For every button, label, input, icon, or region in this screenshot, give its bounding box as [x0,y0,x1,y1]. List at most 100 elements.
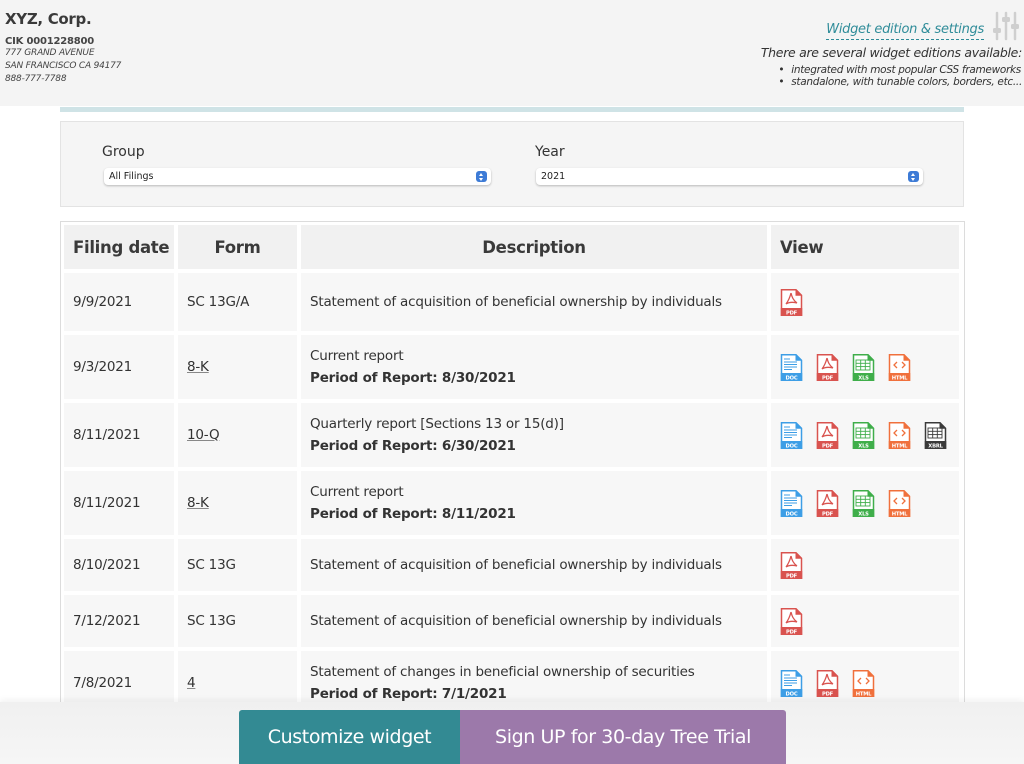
view-icons: PDF [780,551,959,579]
description-text: Statement of changes in beneficial owner… [310,664,695,680]
svg-text:XLS: XLS [858,375,869,381]
svg-text:PDF: PDF [822,691,834,697]
settings-edition-item: integrated with most popular CSS framewo… [778,64,1022,76]
filings-table: Filing date Form Description View 9/9/20… [60,221,965,711]
signup-trial-button[interactable]: Sign UP for 30-day Tree Trial [460,710,786,764]
svg-text:PDF: PDF [786,310,798,316]
doc-file-icon[interactable]: DOC [780,353,803,381]
company-info: XYZ, Corp. CIK 0001228800 777 GRAND AVEN… [5,10,121,86]
svg-text:PDF: PDF [786,629,798,635]
filters-panel: Group All Filings Year 2021 [60,121,964,207]
svg-text:DOC: DOC [786,691,798,697]
pdf-file-icon[interactable]: PDF [780,288,803,316]
settings-intro-text: There are several widget editions availa… [760,45,1022,60]
svg-text:DOC: DOC [786,375,798,381]
period-of-report: Period of Report: 6/30/2021 [310,438,516,454]
table-header-row: Filing date Form Description View [64,225,959,269]
filing-date-cell: 8/11/2021 [64,471,174,535]
svg-text:HTML: HTML [856,691,872,697]
customize-widget-button[interactable]: Customize widget [239,710,460,764]
svg-text:PDF: PDF [786,573,798,579]
company-address-line1: 777 GRAND AVENUE [5,48,95,58]
form-link[interactable]: 8-K [187,359,209,375]
company-address-line2: SAN FRANCISCO CA 94177 [5,61,122,71]
pdf-file-icon[interactable]: PDF [816,489,839,517]
description-text: Statement of acquisition of beneficial o… [310,294,722,310]
description-cell: Statement of acquisition of beneficial o… [301,595,767,647]
view-icons: DOC PDF XLS HTML [780,489,959,517]
filing-date-cell: 9/9/2021 [64,273,174,331]
form-cell: SC 13G/A [178,273,297,331]
filing-date-cell: 9/3/2021 [64,335,174,399]
form-cell: SC 13G [178,595,297,647]
table-row: 9/3/2021 8-K Current report Period of Repor… [64,335,959,399]
header: XYZ, Corp. CIK 0001228800 777 GRAND AVEN… [0,0,1024,106]
year-label: Year [535,144,565,160]
view-icons: DOC PDF XLS HTML [780,353,959,381]
xls-file-icon[interactable]: XLS [852,421,875,449]
form-link[interactable]: 10-Q [187,427,220,443]
table-row: 9/9/2021 SC 13G/A Statement of acquisition… [64,273,959,331]
pdf-file-icon[interactable]: PDF [816,353,839,381]
form-text: SC 13G [187,613,236,629]
svg-text:XLS: XLS [858,443,869,449]
svg-text:DOC: DOC [786,443,798,449]
html-file-icon[interactable]: HTML [888,421,911,449]
pdf-file-icon[interactable]: PDF [816,421,839,449]
pdf-file-icon[interactable]: PDF [780,551,803,579]
view-cell: DOC PDF XLS HTML [771,335,959,399]
settings-edition-list: integrated with most popular CSS framewo… [778,64,1022,88]
group-select[interactable]: All Filings [104,168,491,185]
bottom-cta-bar: Customize widget Sign UP for 30-day Tree… [0,702,1024,764]
accent-divider [60,107,964,112]
doc-file-icon[interactable]: DOC [780,421,803,449]
description-text: Statement of acquisition of beneficial o… [310,557,722,573]
form-link[interactable]: 8-K [187,495,209,511]
widget-settings-link[interactable]: Widget edition & settings [826,22,984,40]
svg-text:PDF: PDF [822,443,834,449]
settings-edition-item: standalone, with tunable colors, borders… [778,76,1022,88]
table-row: 8/11/2021 8-K Current report Period of Repo… [64,471,959,535]
pdf-file-icon[interactable]: PDF [816,669,839,697]
doc-file-icon[interactable]: DOC [780,669,803,697]
svg-text:PDF: PDF [822,511,834,517]
pdf-file-icon[interactable]: PDF [780,607,803,635]
select-arrows-icon [908,171,919,182]
widget-settings-panel: Widget edition & settings There are seve… [724,8,1024,103]
svg-text:HTML: HTML [892,375,908,381]
header-view: View [771,225,959,269]
view-cell: DOC PDF XLS HTML [771,471,959,535]
view-icons: PDF [780,607,959,635]
description-cell: Current report Period of Report: 8/30/202… [301,335,767,399]
form-link[interactable]: 4 [187,675,196,691]
view-cell: PDF [771,595,959,647]
description-cell: Statement of acquisition of beneficial o… [301,273,767,331]
xls-file-icon[interactable]: XLS [852,353,875,381]
header-description: Description [301,225,767,269]
svg-text:XBRL: XBRL [928,443,943,449]
description-cell: Statement of acquisition of beneficial o… [301,539,767,591]
form-cell: 8-K [178,335,297,399]
table-row: 8/11/2021 10-Q Quarterly report [Sections … [64,403,959,467]
year-select[interactable]: 2021 [536,168,923,185]
form-text: SC 13G [187,557,236,573]
form-text: SC 13G/A [187,294,250,310]
header-form: Form [178,225,297,269]
html-file-icon[interactable]: HTML [888,489,911,517]
table-row: 7/12/2021 SC 13G Statement of acquisition … [64,595,959,647]
header-filing-date: Filing date [64,225,174,269]
xls-file-icon[interactable]: XLS [852,489,875,517]
svg-text:DOC: DOC [786,511,798,517]
html-file-icon[interactable]: HTML [888,353,911,381]
html-file-icon[interactable]: HTML [852,669,875,697]
company-cik: CIK 0001228800 [5,36,95,47]
sliders-icon[interactable] [992,10,1020,42]
description-text: Current report [310,348,404,364]
view-cell: PDF [771,539,959,591]
year-select-value: 2021 [541,171,566,182]
xbrl-file-icon[interactable]: XBRL [924,421,947,449]
view-icons: DOC PDF XLS HTML XBRL [780,421,959,449]
doc-file-icon[interactable]: DOC [780,489,803,517]
period-of-report: Period of Report: 8/11/2021 [310,506,516,522]
company-name: XYZ, Corp. [5,10,92,28]
